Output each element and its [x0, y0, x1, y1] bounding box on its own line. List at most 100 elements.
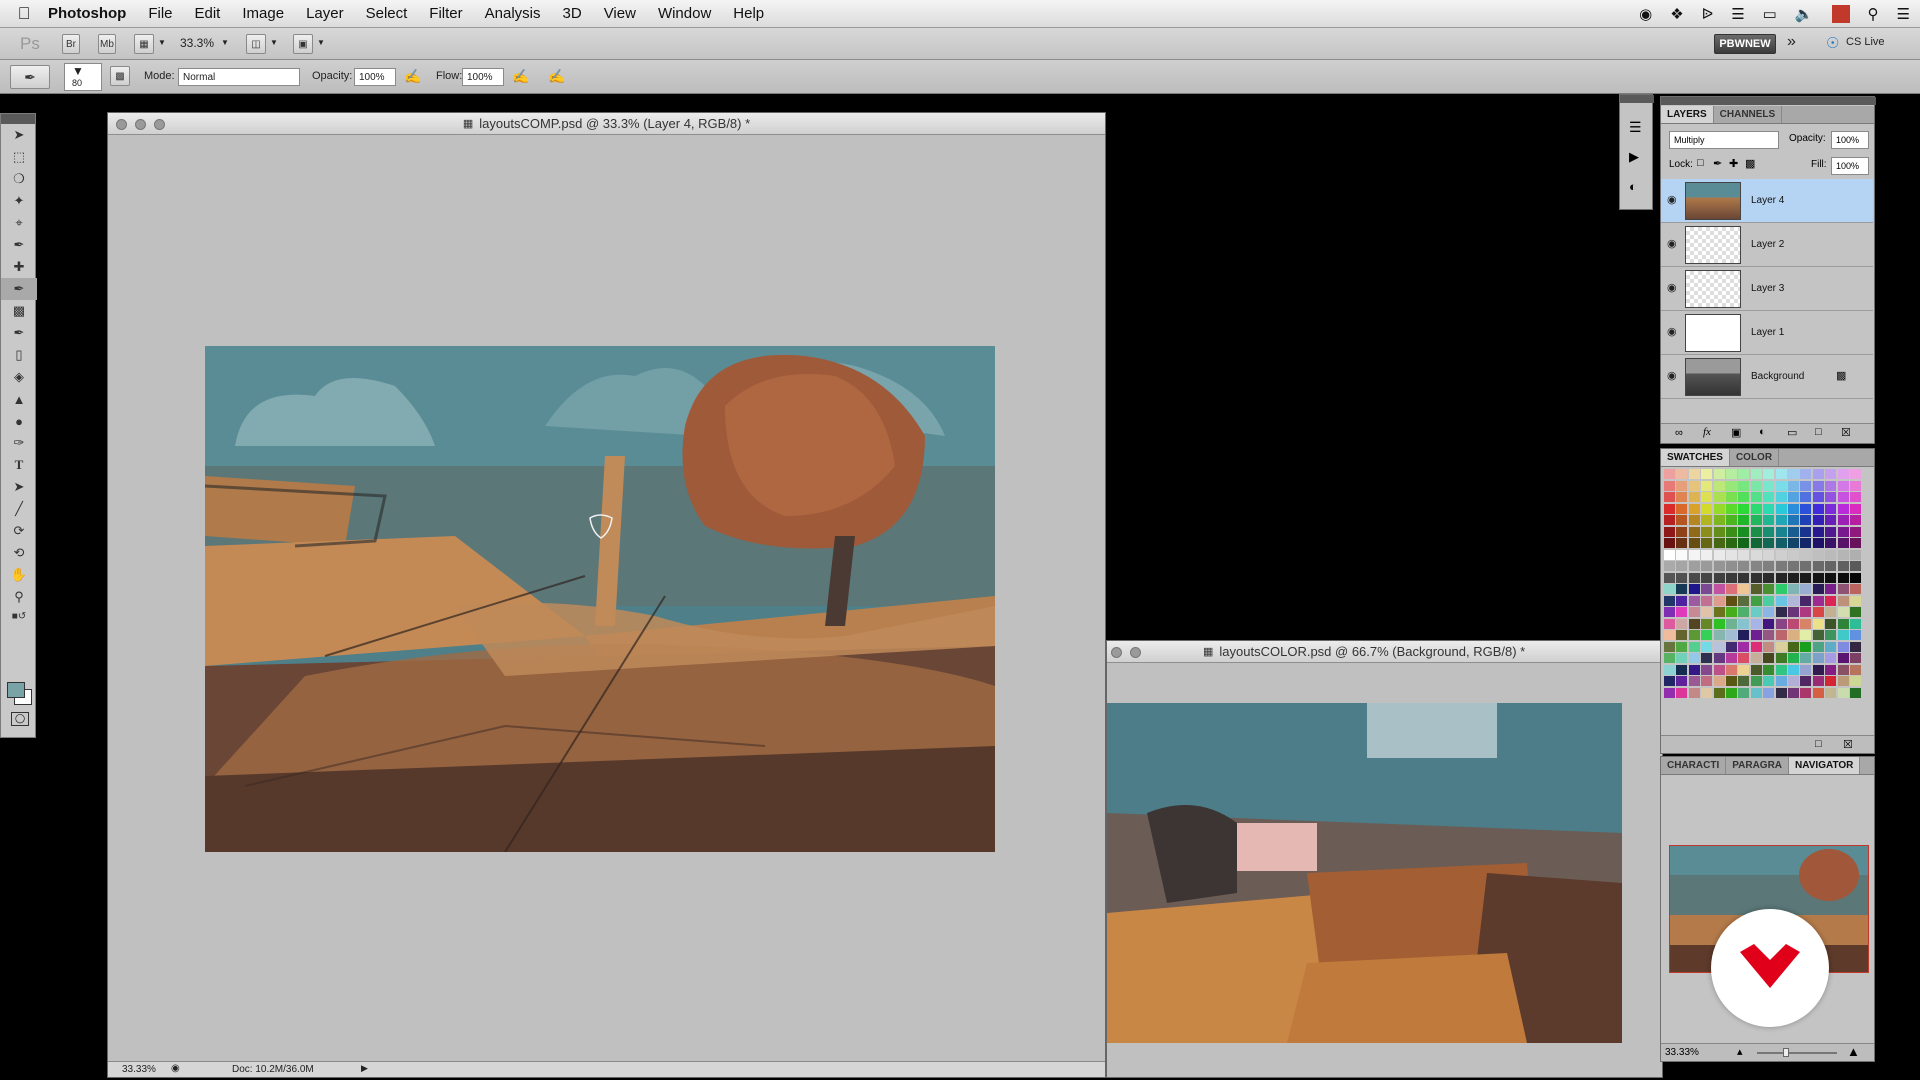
color-swatch[interactable]	[1713, 561, 1725, 571]
color-swatch[interactable]	[1788, 676, 1799, 686]
color-swatch[interactable]	[1788, 549, 1799, 560]
color-swatch[interactable]	[1713, 492, 1725, 502]
foreground-color-swatch[interactable]	[7, 682, 25, 698]
color-swatch[interactable]	[1788, 630, 1799, 640]
color-swatch[interactable]	[1825, 515, 1837, 525]
color-swatch[interactable]	[1788, 572, 1799, 583]
menu-3d[interactable]: 3D	[563, 5, 582, 22]
color-swatch[interactable]	[1701, 630, 1713, 640]
mode-select[interactable]: Normal	[178, 68, 300, 86]
blend-mode-select[interactable]: Multiply	[1669, 131, 1779, 149]
color-swatch[interactable]	[1701, 664, 1713, 675]
color-swatch[interactable]	[1812, 538, 1824, 548]
color-swatch[interactable]	[1664, 687, 1675, 698]
color-swatch[interactable]	[1800, 469, 1812, 479]
default-colors-icon[interactable]: ■↺	[1, 608, 37, 624]
zoom-tool-icon[interactable]: ⚲	[1, 586, 37, 608]
more-workspaces-icon[interactable]: »	[1787, 33, 1796, 51]
color-swatch[interactable]	[1664, 664, 1675, 675]
color-swatch[interactable]	[1800, 618, 1812, 629]
color-swatch[interactable]	[1688, 480, 1700, 491]
color-swatch[interactable]	[1763, 607, 1775, 617]
color-swatch[interactable]	[1738, 572, 1750, 583]
eyedropper-tool-icon[interactable]: ✒	[1, 234, 37, 256]
bridge-button[interactable]: Br	[62, 34, 80, 54]
record-icon[interactable]: ◉	[1639, 5, 1652, 23]
color-swatch[interactable]	[1812, 584, 1824, 594]
notification-list-icon[interactable]: ☰	[1897, 5, 1910, 23]
color-swatch[interactable]	[1825, 630, 1837, 640]
marquee-tool-icon[interactable]: ⬚	[1, 146, 37, 168]
color-swatch[interactable]	[1701, 503, 1713, 514]
color-swatch[interactable]	[1775, 469, 1787, 479]
color-swatch[interactable]	[1837, 687, 1849, 698]
color-swatch[interactable]	[1775, 503, 1787, 514]
color-swatch[interactable]	[1850, 572, 1861, 583]
pressure-size-icon[interactable]: ✍	[548, 68, 565, 85]
color-swatch[interactable]	[1775, 676, 1787, 686]
color-swatch[interactable]	[1812, 503, 1824, 514]
opacity-field[interactable]: 100%	[354, 68, 396, 86]
lasso-tool-icon[interactable]: ❍	[1, 168, 37, 190]
color-swatch[interactable]	[1738, 687, 1750, 698]
blur-tool-icon[interactable]: ▲	[1, 388, 37, 410]
color-swatch[interactable]	[1763, 549, 1775, 560]
layer-opacity-field[interactable]: 100%	[1831, 131, 1869, 149]
tools-panel-header[interactable]	[1, 114, 35, 124]
color-swatch[interactable]	[1664, 618, 1675, 629]
move-tool-icon[interactable]: ➤	[1, 124, 37, 146]
color-swatch[interactable]	[1713, 595, 1725, 606]
color-swatch[interactable]	[1837, 515, 1849, 525]
color-swatch[interactable]	[1676, 549, 1688, 560]
color-swatch[interactable]	[1738, 630, 1750, 640]
color-swatch[interactable]	[1788, 595, 1799, 606]
color-swatch[interactable]	[1701, 515, 1713, 525]
color-swatch[interactable]	[1850, 595, 1861, 606]
color-swatch[interactable]	[1812, 676, 1824, 686]
color-swatch[interactable]	[1676, 595, 1688, 606]
tab-layers[interactable]: LAYERS	[1661, 106, 1714, 123]
apple-menu-icon[interactable]: 	[0, 4, 48, 24]
flow-field[interactable]: 100%	[462, 68, 504, 86]
color-swatch[interactable]	[1750, 641, 1762, 652]
color-swatch[interactable]	[1837, 469, 1849, 479]
color-swatch[interactable]	[1726, 503, 1737, 514]
color-swatch[interactable]	[1788, 607, 1799, 617]
layer-row-layer-1[interactable]: ◉ Layer 1	[1661, 311, 1873, 355]
color-swatch[interactable]	[1775, 526, 1787, 537]
color-swatch[interactable]	[1688, 607, 1700, 617]
color-swatch[interactable]	[1825, 676, 1837, 686]
color-swatch[interactable]	[1688, 549, 1700, 560]
color-swatch[interactable]	[1763, 572, 1775, 583]
color-swatch[interactable]	[1713, 630, 1725, 640]
color-swatch[interactable]	[1788, 584, 1799, 594]
color-swatch[interactable]	[1701, 584, 1713, 594]
3d-orbit-tool-icon[interactable]: ⟲	[1, 542, 37, 564]
color-swatch[interactable]	[1850, 492, 1861, 502]
color-swatch[interactable]	[1850, 676, 1861, 686]
color-swatch[interactable]	[1837, 630, 1849, 640]
menu-filter[interactable]: Filter	[429, 5, 462, 22]
color-swatch[interactable]	[1850, 584, 1861, 594]
layers-panel-header[interactable]	[1661, 97, 1876, 105]
lock-transparency-icon[interactable]: □	[1697, 157, 1704, 169]
pressure-opacity-icon[interactable]: ✍	[404, 68, 421, 85]
eye-icon[interactable]: ◉	[1667, 369, 1677, 382]
spotlight-search-icon[interactable]: ⚲	[1868, 5, 1879, 23]
color-swatch[interactable]	[1664, 469, 1675, 479]
color-swatch[interactable]	[1701, 538, 1713, 548]
color-swatch[interactable]	[1726, 584, 1737, 594]
brush-tool-icon[interactable]: ✒	[1, 278, 37, 300]
healing-brush-tool-icon[interactable]: ✚	[1, 256, 37, 278]
color-swatch[interactable]	[1800, 630, 1812, 640]
color-swatch[interactable]	[1750, 480, 1762, 491]
color-swatch[interactable]	[1775, 653, 1787, 663]
color-swatch[interactable]	[1850, 664, 1861, 675]
color-swatch[interactable]	[1763, 492, 1775, 502]
color-swatch[interactable]	[1800, 515, 1812, 525]
color-swatch[interactable]	[1664, 480, 1675, 491]
menu-app-name[interactable]: Photoshop	[48, 5, 126, 22]
color-swatch[interactable]	[1676, 480, 1688, 491]
eye-icon[interactable]: ◉	[1667, 281, 1677, 294]
color-swatch[interactable]	[1775, 549, 1787, 560]
